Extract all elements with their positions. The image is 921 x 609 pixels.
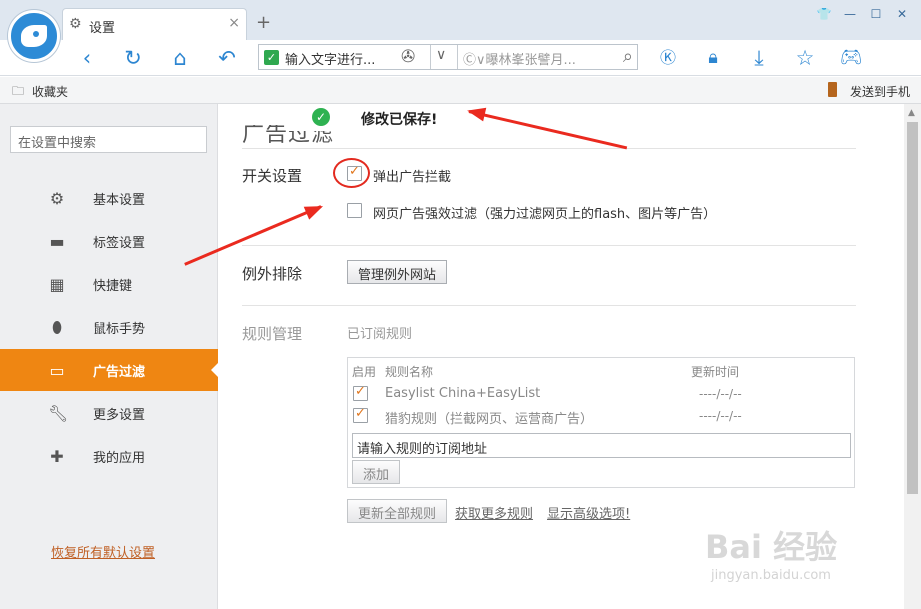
switch-section-title: 开关设置 (242, 167, 303, 185)
undo-icon[interactable]: ↶ (213, 44, 241, 72)
folder-icon: 🗀 (12, 84, 25, 98)
speed-icon[interactable]: ✇ (401, 47, 415, 67)
rule-url-input[interactable]: 请输入规则的订阅地址 (352, 433, 851, 458)
sidebar-item-label: 鼠标手势 (93, 322, 146, 337)
exception-section-title: 例外排除 (242, 265, 303, 283)
sidebar-item-ad-filter[interactable]: ▭ 广告过滤 (0, 349, 218, 391)
rules-section-title: 规则管理 (242, 325, 303, 343)
watermark-logo: Bai 经验 (705, 528, 838, 566)
download-icon[interactable]: ⤓ (745, 44, 773, 72)
restore-defaults-link[interactable]: 恢复所有默认设置 (51, 542, 155, 561)
lock-icon[interactable]: 🔒︎ (699, 44, 727, 72)
address-text: 输入文字进行... (285, 53, 376, 68)
maximize-button[interactable]: ☐ (863, 4, 889, 24)
advanced-options-link[interactable]: 显示高级选项! (547, 503, 630, 522)
sidebar-item-label: 标签设置 (93, 236, 146, 251)
sidebar-item-my-apps[interactable]: ✚ 我的应用 (0, 435, 218, 477)
scroll-up-icon[interactable]: ▲ (908, 108, 915, 118)
close-window-button[interactable]: ✕ (889, 4, 915, 24)
tab-title: 设置 (89, 21, 116, 36)
toast-message: 修改已保存! (361, 112, 438, 128)
refresh-icon[interactable]: ↻ (119, 44, 147, 72)
favorites-label[interactable]: 收藏夹 (32, 83, 68, 100)
sidebar-item-label: 快捷键 (93, 279, 133, 294)
annotation-circle (333, 158, 370, 188)
tab-icon: ▬ (49, 232, 65, 251)
more-rules-link[interactable]: 获取更多规则 (455, 503, 533, 522)
rule-name: 猎豹规则（拦截网页、运营商广告） (385, 412, 594, 427)
rules-table: 启用 规则名称 更新时间 Easylist China+EasyList ---… (347, 357, 855, 488)
rule-enable-checkbox[interactable] (353, 406, 368, 423)
wrench-icon: 🔧︎ (48, 404, 69, 423)
rule-name: Easylist China+EasyList (385, 386, 541, 401)
send-to-phone-button[interactable]: 发送到手机 (850, 83, 910, 100)
strong-filter-label: 网页广告强效过滤（强力过滤网页上的flash、图片等广告） (373, 207, 717, 222)
column-header: 更新时间 (691, 365, 740, 379)
sidebar-item-tabs[interactable]: ▬ 标签设置 (0, 220, 218, 262)
gear-icon: ⚙ (49, 189, 65, 208)
gamepad-icon[interactable]: 🎮︎ (837, 44, 865, 72)
search-icon[interactable]: ⌕ (623, 46, 633, 67)
tab-close-icon[interactable]: × (228, 15, 240, 31)
update-all-rules-button[interactable]: 更新全部规则 (347, 499, 448, 523)
gear-icon: ⚙ (69, 16, 82, 32)
new-tab-button[interactable]: + (256, 14, 271, 32)
manage-exceptions-button[interactable]: 管理例外网站 (347, 260, 448, 284)
sidebar-item-label: 更多设置 (93, 408, 146, 423)
address-divider (457, 45, 458, 69)
success-check-icon: ✓ (312, 108, 330, 126)
settings-search-input[interactable]: 在设置中搜索 (10, 126, 207, 153)
subscribed-rules-title: 已订阅规则 (347, 327, 413, 342)
search-input[interactable]: Ⓒ∨曝林峯张譬月... (463, 49, 576, 68)
sidebar-item-mouse-gestures[interactable]: ⬮ 鼠标手势 (0, 306, 218, 348)
scroll-thumb[interactable] (907, 122, 918, 494)
navigation-bar: ‹ ↻ ⌂ ↶ ✓ 输入文字进行... ✇ ∨ Ⓒ∨曝林峯张譬月... ⌕ Ⓚ … (0, 40, 921, 76)
sidebar-item-more-settings[interactable]: 🔧︎ 更多设置 (0, 392, 218, 434)
chevron-down-icon[interactable]: ∨ (436, 47, 446, 63)
divider (242, 305, 856, 306)
browser-titlebar: ⚙ 设置 × + 👕 — ☐ ✕ (0, 0, 921, 40)
settings-sidebar: 在设置中搜索 ⚙ 基本设置 ▬ 标签设置 ▦ 快捷键 ⬮ 鼠标手势 ▭ 广告过滤… (0, 104, 218, 609)
mouse-icon: ⬮ (51, 318, 63, 337)
add-rule-button[interactable]: 添加 (352, 460, 401, 484)
popup-block-label: 弹出广告拦截 (373, 170, 452, 185)
star-icon[interactable]: ☆ (791, 44, 819, 72)
table-row: Easylist China+EasyList ----/--/-- (348, 384, 854, 406)
table-row: 猎豹规则（拦截网页、运营商广告） ----/--/-- (348, 406, 854, 428)
skin-icon[interactable]: 👕 (811, 4, 837, 24)
sidebar-item-shortcuts[interactable]: ▦ 快捷键 (0, 263, 218, 305)
column-header: 规则名称 (385, 365, 434, 379)
shield-k-icon[interactable]: Ⓚ (654, 44, 682, 72)
secure-check-icon: ✓ (264, 50, 279, 65)
baidu-watermark: Bai 经验 jingyan.baidu.com (705, 522, 865, 592)
favorites-bar: 🗀 收藏夹 发送到手机 (0, 77, 921, 104)
phone-icon (828, 82, 837, 97)
shortcut-icon: ▦ (49, 275, 65, 294)
back-icon[interactable]: ‹ (73, 44, 101, 72)
ad-filter-icon: ▭ (49, 361, 65, 380)
sidebar-item-label: 基本设置 (93, 193, 146, 208)
tab-settings[interactable]: ⚙ 设置 × (62, 8, 247, 40)
scrollbar[interactable]: ▲ (904, 104, 921, 609)
strong-filter-checkbox[interactable] (347, 203, 362, 218)
sidebar-item-label: 广告过滤 (93, 365, 146, 380)
sidebar-item-label: 我的应用 (93, 451, 146, 466)
divider (242, 245, 856, 246)
home-icon[interactable]: ⌂ (166, 44, 194, 72)
rule-update-time: ----/--/-- (699, 409, 742, 423)
address-bar[interactable]: ✓ 输入文字进行... ✇ ∨ Ⓒ∨曝林峯张譬月... ⌕ (258, 44, 638, 70)
window-controls: 👕 — ☐ ✕ (811, 4, 915, 24)
rule-update-time: ----/--/-- (699, 387, 742, 401)
divider (242, 148, 856, 149)
puzzle-icon: ✚ (50, 447, 64, 466)
minimize-button[interactable]: — (837, 4, 863, 24)
browser-logo[interactable] (8, 10, 60, 62)
address-divider (430, 45, 431, 69)
column-header: 启用 (352, 365, 377, 379)
sidebar-item-basic[interactable]: ⚙ 基本设置 (0, 177, 218, 219)
watermark-url: jingyan.baidu.com (711, 568, 831, 583)
rule-enable-checkbox[interactable] (353, 384, 368, 401)
